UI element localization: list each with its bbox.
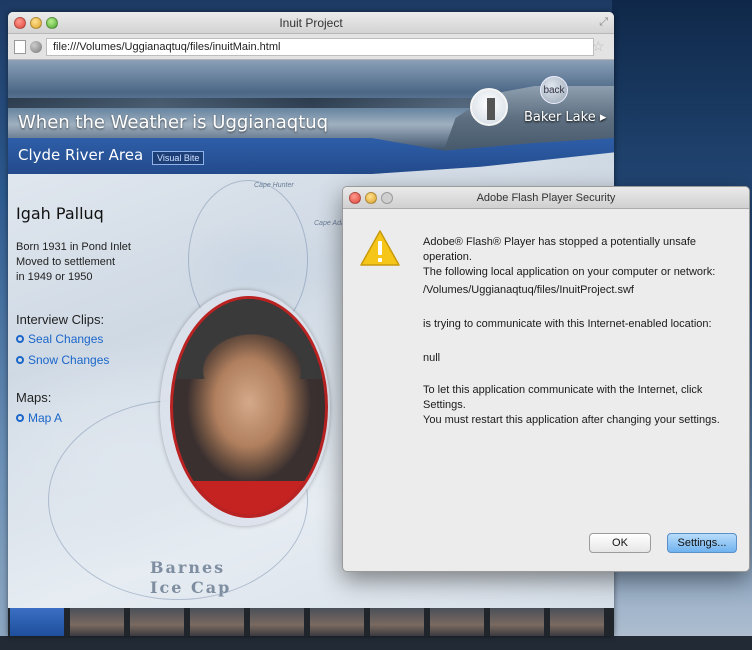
settings-button[interactable]: Settings... <box>667 533 737 553</box>
thumbnail[interactable] <box>10 608 64 636</box>
fullscreen-icon[interactable]: ⤢ <box>599 16 608 29</box>
maps-heading: Maps: <box>16 390 52 405</box>
map-region-label: Barnes Ice Cap <box>150 558 231 598</box>
thumbnail-strip <box>8 608 614 636</box>
clip-link-seal-changes[interactable]: Seal Changes <box>16 332 103 346</box>
back-button[interactable]: back <box>540 76 568 104</box>
location-value: null <box>423 352 441 364</box>
thumbnail[interactable] <box>70 608 124 636</box>
visual-bite-button[interactable]: Visual Bite <box>152 151 205 165</box>
window-title: Inuit Project <box>279 16 343 30</box>
bio-line: in 1949 or 1950 <box>16 271 93 283</box>
baker-lake-link[interactable]: Baker Lake ▸ <box>524 110 606 125</box>
message-line: To let this application communicate with… <box>423 384 703 411</box>
map-link-a[interactable]: Map A <box>16 411 62 425</box>
map-label: Cape Hunter <box>254 182 294 189</box>
app-path: /Volumes/Uggianaqtuq/files/InuitProject.… <box>423 284 634 296</box>
thumbnail[interactable] <box>370 608 424 636</box>
bio-line: Born 1931 in Pond Inlet <box>16 241 131 253</box>
thumbnail[interactable] <box>430 608 484 636</box>
bookmark-star-icon[interactable]: ☆ <box>592 38 605 55</box>
thumbnail[interactable] <box>490 608 544 636</box>
bullet-icon <box>16 335 24 343</box>
thumbnail[interactable] <box>130 608 184 636</box>
area-title: Clyde River Area <box>18 146 144 164</box>
message-line: Adobe® Flash® Player has stopped a poten… <box>423 236 697 263</box>
bio-line: Moved to settlement <box>16 256 116 268</box>
bullet-icon <box>16 356 24 364</box>
message-line: is trying to communicate with this Inter… <box>423 318 712 330</box>
address-bar: file:///Volumes/Uggianaqtuq/files/inuitM… <box>8 34 614 60</box>
bullet-icon <box>16 414 24 422</box>
map-region-line: Barnes <box>150 558 226 577</box>
clip-link-snow-changes[interactable]: Snow Changes <box>16 353 109 367</box>
dock-strip <box>0 636 752 650</box>
dialog-title: Adobe Flash Player Security <box>476 192 616 204</box>
dialog-titlebar: Adobe Flash Player Security <box>343 187 749 209</box>
dialog-message: Adobe® Flash® Player has stopped a poten… <box>423 235 741 280</box>
inukshuk-icon <box>470 88 508 126</box>
sidebar-icon[interactable] <box>14 40 26 54</box>
thumbnail[interactable] <box>190 608 244 636</box>
url-field[interactable]: file:///Volumes/Uggianaqtuq/files/inuitM… <box>46 38 594 56</box>
security-dialog: Adobe Flash Player Security Adobe® Flash… <box>342 186 750 572</box>
ok-button[interactable]: OK <box>589 533 651 553</box>
thumbnail[interactable] <box>550 608 604 636</box>
map-region-line: Ice Cap <box>150 578 232 597</box>
map-link-label: Map A <box>28 411 63 425</box>
thumbnail[interactable] <box>250 608 304 636</box>
message-line: The following local application on your … <box>423 266 716 278</box>
warning-icon <box>360 230 400 266</box>
baker-lake-label: Baker Lake <box>524 110 596 125</box>
clip-label: Snow Changes <box>28 353 110 367</box>
person-name: Igah Palluq <box>16 204 104 223</box>
thumbnail[interactable] <box>310 608 364 636</box>
clip-label: Seal Changes <box>28 332 104 346</box>
portrait-photo <box>170 296 328 518</box>
bio: Born 1931 in Pond Inlet Moved to settlem… <box>16 240 156 285</box>
dialog-instructions: To let this application communicate with… <box>423 383 741 428</box>
window-titlebar: Inuit Project ⤢ <box>8 12 614 34</box>
globe-icon <box>30 41 42 53</box>
clips-heading: Interview Clips: <box>16 312 105 327</box>
message-line: You must restart this application after … <box>423 414 720 426</box>
page-title: When the Weather is Uggianaqtuq <box>18 112 329 133</box>
